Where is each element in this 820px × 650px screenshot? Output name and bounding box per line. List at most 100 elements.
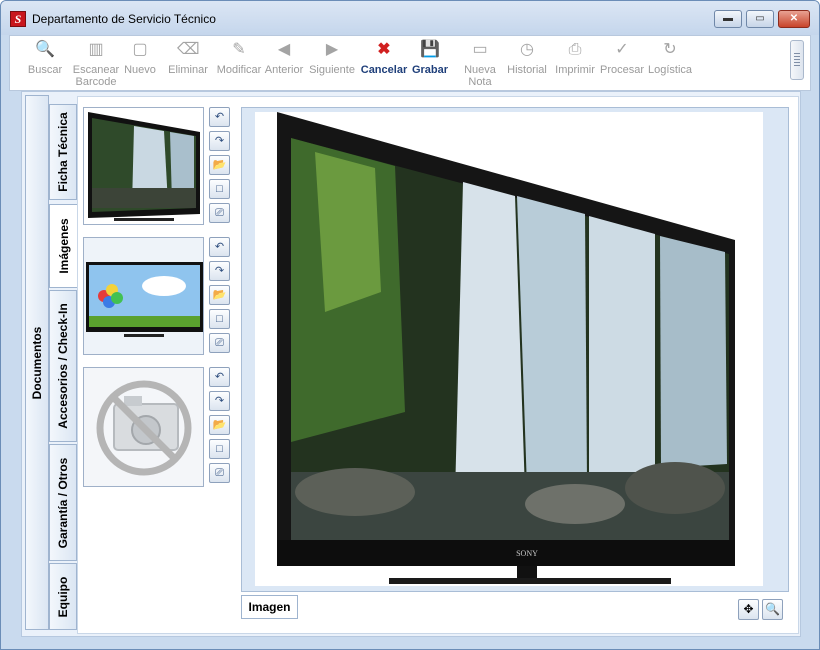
- tab-label: Garantía / Otros: [56, 457, 70, 548]
- thumbnail-1-rotate-right-button[interactable]: ↷: [209, 131, 230, 151]
- zoom-in-button[interactable]: 🔍: [762, 599, 783, 620]
- image-thumbnail-1[interactable]: [83, 107, 204, 225]
- open-folder-icon: 📂: [212, 159, 227, 171]
- tab-label: Accesorios / Check-In: [56, 303, 70, 429]
- thumbnail-2-rotate-left-button[interactable]: ↶: [209, 237, 230, 257]
- app-logo-icon: S: [10, 11, 26, 27]
- rotate-left-icon: ↶: [214, 241, 225, 253]
- content-panel: Documentos Ficha Técnica Imágenes Acceso…: [21, 91, 801, 637]
- tab-garantia-otros[interactable]: Garantía / Otros: [49, 444, 77, 561]
- tab-label: Documentos: [30, 326, 44, 399]
- toolbar-button-label: Logística: [647, 64, 693, 76]
- tab-label: Imágenes: [57, 218, 71, 274]
- tv-brand-logo: SONY: [516, 549, 538, 558]
- tab-documentos[interactable]: Documentos: [25, 95, 49, 630]
- thumbnail-1-rotate-left-button[interactable]: ↶: [209, 107, 230, 127]
- note-icon: ▭: [472, 41, 488, 58]
- scanner-icon: ⎚: [215, 207, 224, 219]
- thumbnail-3-rotate-right-button[interactable]: ↷: [209, 391, 230, 411]
- toolbar-button-label: Procesar: [599, 64, 645, 76]
- toolbar-button-label: Nuevo: [124, 64, 156, 76]
- tab-imagenes[interactable]: Imágenes: [49, 204, 78, 288]
- history-icon: ◷: [520, 41, 534, 58]
- toolbar-next-button[interactable]: ▶ Siguiente: [306, 40, 358, 76]
- toolbar-button-label: Imprimir: [555, 64, 595, 76]
- new-document-icon: ▢: [132, 41, 148, 58]
- tab-equipo[interactable]: Equipo: [49, 563, 77, 630]
- image-viewer[interactable]: SONY: [241, 107, 789, 592]
- tab-accesorios-check-in[interactable]: Accesorios / Check-In: [49, 290, 77, 442]
- toolbar-search-button[interactable]: 🔍 Buscar: [20, 40, 70, 76]
- tv-balloons-thumbnail: [84, 238, 203, 354]
- thumbnail-2-rotate-right-button[interactable]: ↷: [209, 261, 230, 281]
- toolbar-button-label: Grabar: [411, 64, 449, 76]
- thumbnail-1-scanner-button[interactable]: ⎚: [209, 203, 230, 223]
- toolbar-print-button[interactable]: ⎙ Imprimir: [550, 40, 600, 76]
- thumbnail-2-open-folder-button[interactable]: 📂: [209, 285, 230, 305]
- toolbar-cancel-button[interactable]: ✖ Cancelar: [357, 40, 411, 76]
- window-title: Departamento de Servicio Técnico: [32, 12, 216, 26]
- toolbar-edit-button[interactable]: ✎ Modificar: [212, 40, 266, 76]
- close-button[interactable]: ✕: [778, 10, 810, 28]
- maximize-button[interactable]: ▭: [746, 10, 774, 28]
- edit-icon: ✎: [232, 41, 246, 58]
- tv-waterfall-image: SONY: [277, 112, 735, 584]
- rotate-left-icon: ↶: [214, 111, 225, 123]
- toolbar-button-label: Anterior: [264, 64, 304, 76]
- toolbar-save-button[interactable]: 💾 Grabar: [407, 40, 453, 76]
- toolbar-note-button[interactable]: ▭ Nueva Nota: [453, 40, 507, 88]
- toolbar-button-label: Eliminar: [168, 64, 208, 76]
- toolbar-button-label: Historial: [507, 64, 547, 76]
- thumbnail-3-scanner-button[interactable]: ⎚: [209, 463, 230, 483]
- toolbar-button-label: Cancelar: [360, 64, 408, 76]
- image-thumbnail-2[interactable]: [83, 237, 204, 355]
- zoom-in-icon: 🔍: [765, 602, 780, 616]
- tab-ficha-tecnica[interactable]: Ficha Técnica: [49, 104, 77, 200]
- cancel-icon: ✖: [377, 41, 391, 58]
- thumbnail-2-scanner-button[interactable]: ⎚: [209, 333, 230, 353]
- toolbar: 🔍 Buscar ▥ Escanear Barcode ▢ Nuevo ⌫ Eliminar ✎ M…: [9, 35, 811, 91]
- thumbnail-2-blank-frame-button[interactable]: □: [209, 309, 230, 329]
- thumbnail-3-open-folder-button[interactable]: 📂: [209, 415, 230, 435]
- blank-frame-icon: □: [216, 183, 223, 195]
- thumbnail-3-blank-frame-button[interactable]: □: [209, 439, 230, 459]
- rotate-right-icon: ↷: [214, 395, 225, 407]
- toolbar-new-document-button[interactable]: ▢ Nuevo: [118, 40, 162, 76]
- image-label-tab[interactable]: Imagen: [241, 595, 298, 619]
- toolbar-grip-handle[interactable]: [790, 40, 804, 80]
- toolbar-button-label: Nueva: [464, 64, 496, 76]
- move-icon: ✥: [743, 602, 754, 616]
- rotate-right-icon: ↷: [214, 135, 225, 147]
- tab-label: Ficha Técnica: [56, 112, 70, 192]
- toolbar-button-label-line2: Nota: [468, 76, 492, 88]
- barcode-icon: ▥: [88, 41, 104, 58]
- thumbnail-1-blank-frame-button[interactable]: □: [209, 179, 230, 199]
- previous-icon: ◀: [277, 41, 291, 58]
- scanner-icon: ⎚: [215, 467, 224, 479]
- thumbnail-3-rotate-left-button[interactable]: ↶: [209, 367, 230, 387]
- rotate-right-icon: ↷: [214, 265, 225, 277]
- title-bar: S Departamento de Servicio Técnico ▬ ▭ ✕: [1, 1, 819, 35]
- delete-icon: ⌫: [177, 41, 200, 58]
- move-button[interactable]: ✥: [738, 599, 759, 620]
- toolbar-button-label: Escanear: [72, 64, 120, 76]
- toolbar-delete-button[interactable]: ⌫ Eliminar: [163, 40, 213, 76]
- minimize-button[interactable]: ▬: [714, 10, 742, 28]
- scanner-icon: ⎚: [215, 337, 224, 349]
- save-icon: 💾: [420, 41, 440, 58]
- toolbar-barcode-button[interactable]: ▥ Escanear Barcode: [68, 40, 124, 88]
- toolbar-history-button[interactable]: ◷ Historial: [502, 40, 552, 76]
- toolbar-refresh-button[interactable]: ↻ Logística: [646, 40, 694, 76]
- toolbar-button-label: Siguiente: [309, 64, 355, 76]
- toolbar-button-label: Modificar: [216, 64, 262, 76]
- tv-waterfall-thumbnail: [84, 108, 203, 224]
- checkmark-icon: ✓: [615, 41, 629, 58]
- toolbar-previous-button[interactable]: ◀ Anterior: [261, 40, 307, 76]
- refresh-icon: ↻: [663, 41, 677, 58]
- image-viewer-canvas: SONY: [255, 112, 763, 586]
- thumbnail-1-open-folder-button[interactable]: 📂: [209, 155, 230, 175]
- main-window: S Departamento de Servicio Técnico ▬ ▭ ✕…: [0, 0, 820, 650]
- image-thumbnail-3-empty[interactable]: [83, 367, 204, 487]
- no-camera-icon: [84, 368, 203, 486]
- toolbar-checkmark-button[interactable]: ✓ Procesar: [597, 40, 647, 76]
